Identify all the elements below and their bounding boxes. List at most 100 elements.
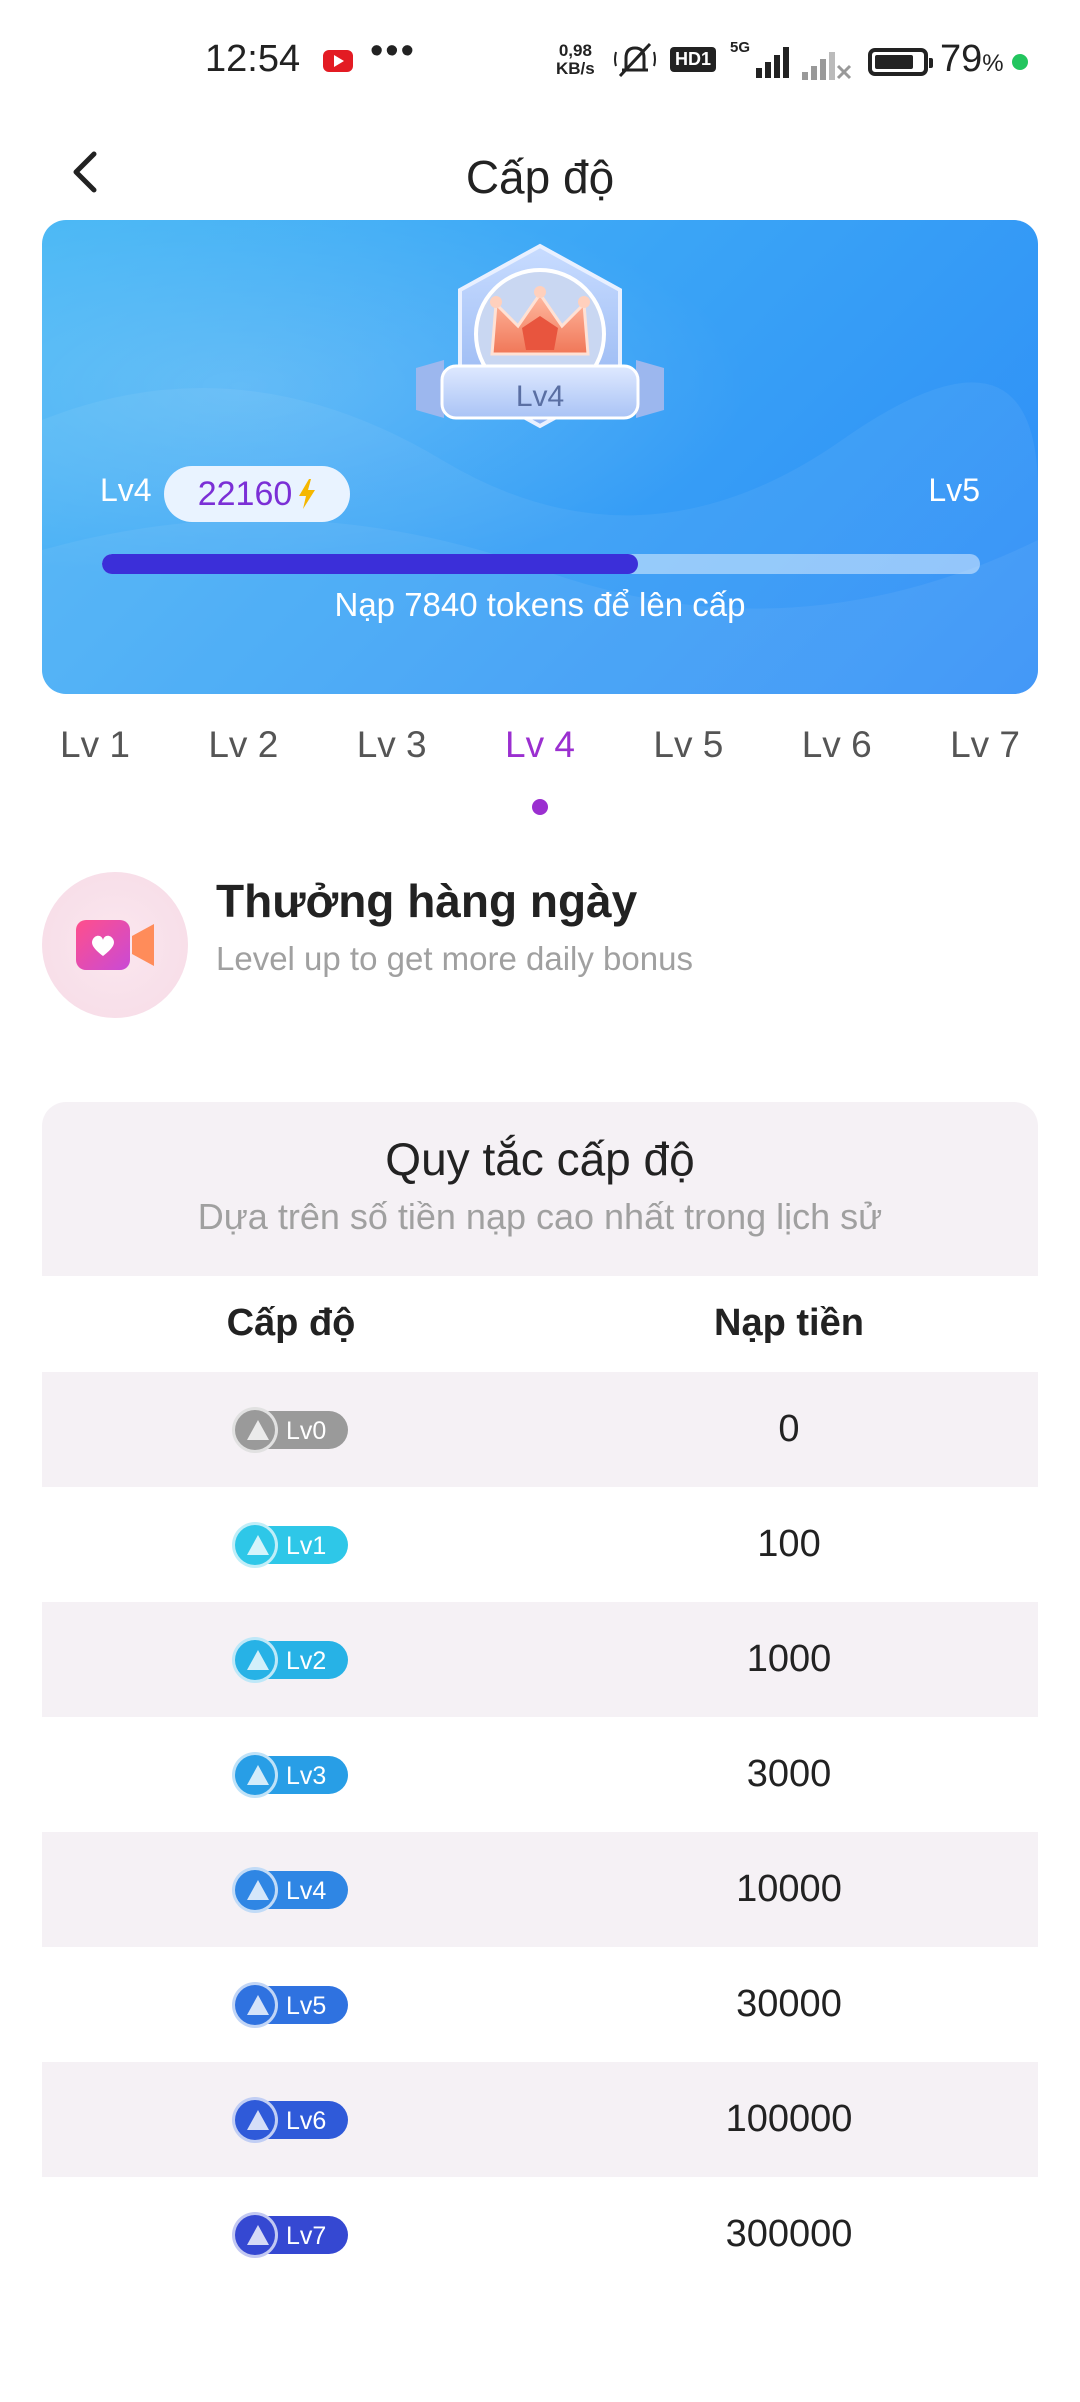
tab-level-4[interactable]: Lv 4 [505, 724, 575, 815]
next-level-label: Lv5 [928, 472, 980, 508]
level-emblem-icon [232, 1867, 278, 1913]
level-badge-label: Lv4 [286, 1877, 327, 1905]
daily-bonus-subtitle: Level up to get more daily bonus [216, 940, 693, 977]
network-speed-value: 0,98 [558, 41, 592, 60]
tab-label: Lv 3 [356, 724, 427, 765]
level-badge-icon: Lv1 [232, 1522, 348, 1568]
tab-label: Lv 4 [505, 724, 575, 765]
battery-percent: 79% [940, 38, 1004, 80]
table-row: Lv3 3000 [42, 1717, 1038, 1832]
page-title: Cấp độ [465, 151, 615, 203]
network-speed-unit: KB/s [556, 59, 595, 78]
signal-weak-icon [802, 52, 852, 80]
tab-level-5[interactable]: Lv 5 [653, 724, 723, 804]
status-bar: 12:54 ••• 0,98 KB/s HD1 5G 79% [0, 0, 1080, 125]
tab-level-6[interactable]: Lv 6 [802, 724, 872, 804]
level-badge-label: Lv0 [286, 1417, 327, 1445]
level-badge-label: Lv2 [286, 1647, 327, 1675]
deposit-value: 1000 [746, 1638, 832, 1680]
table-row: Lv2 1000 [42, 1602, 1038, 1717]
bell-muted-icon [614, 42, 656, 78]
tab-level-3[interactable]: Lv 3 [357, 724, 427, 804]
tab-label: Lv 5 [653, 724, 724, 765]
tab-level-1[interactable]: Lv 1 [60, 724, 130, 804]
tab-label: Lv 1 [60, 724, 130, 765]
status-time: 12:54 [205, 38, 301, 80]
table-row: Lv4 10000 [42, 1832, 1038, 1947]
emblem-shape [247, 1650, 269, 1670]
level-badge-icon: Lv2 [232, 1637, 348, 1683]
emblem-shape [247, 1880, 269, 1900]
daily-bonus-title: Thưởng hàng ngày [216, 875, 638, 927]
column-header-level: Cấp độ [226, 1302, 356, 1344]
battery-icon [868, 48, 933, 76]
level-emblem-icon [232, 2212, 278, 2258]
level-progress-bar [102, 554, 980, 574]
tab-level-7[interactable]: Lv 7 [950, 724, 1020, 804]
emblem-shape [247, 1535, 269, 1555]
points-value: 22160 [197, 474, 293, 513]
rules-title: Quy tắc cấp độ [385, 1133, 695, 1185]
youtube-notification-icon [323, 50, 353, 72]
table-row: Lv6 100000 [42, 2062, 1038, 2177]
level-emblem-icon [232, 1407, 278, 1453]
emblem-shape [247, 2225, 269, 2245]
rules-header: Quy tắc cấp độ Dựa trên số tiền nạp cao … [42, 1102, 1038, 1276]
level-badge-label: Lv5 [286, 1992, 327, 2020]
network-speed: 0,98 KB/s [556, 42, 595, 78]
lightning-icon [299, 479, 316, 509]
level-emblem-icon [232, 1522, 278, 1568]
level-rules-card: Quy tắc cấp độ Dựa trên số tiền nạp cao … [42, 1102, 1038, 2402]
table-row: Lv0 0 [42, 1372, 1038, 1487]
level-emblem-icon [232, 1752, 278, 1798]
network-type-label: 5G [730, 39, 750, 56]
column-header-deposit: Nạp tiền [714, 1302, 864, 1344]
level-badge-icon: Lv3 [232, 1752, 348, 1798]
more-notifications-icon: ••• [370, 30, 416, 72]
tab-label: Lv 7 [950, 724, 1020, 765]
deposit-value: 30000 [736, 1983, 842, 2025]
level-badge-icon: Lv0 [232, 1407, 348, 1453]
status-dot-icon [1012, 54, 1028, 70]
signal-5g-icon: 5G [730, 39, 789, 78]
emblem-shape [247, 1765, 269, 1785]
current-level-label: Lv4 [100, 472, 152, 508]
upgrade-hint: Nạp 7840 tokens để lên cấp [334, 586, 746, 623]
level-tabs: Lv 1 Lv 2 Lv 3 Lv 4 Lv 5 Lv 6 Lv 7 [60, 724, 1020, 815]
level-progress-card: Lv4 Lv4 22160 Lv5 Nạp 7840 tokens để lên… [42, 220, 1038, 694]
table-row: Lv5 30000 [42, 1947, 1038, 2062]
level-badge-label: Lv3 [286, 1762, 327, 1790]
deposit-value: 100 [757, 1523, 821, 1565]
rules-subtitle: Dựa trên số tiền nạp cao nhất trong lịch… [197, 1196, 883, 1237]
level-progress-fill [102, 554, 638, 574]
tab-label: Lv 2 [208, 724, 279, 765]
hd-voice-icon: HD1 [670, 47, 717, 72]
deposit-value: 10000 [736, 1868, 842, 1910]
level-badge-label: Lv6 [286, 2107, 327, 2135]
emblem-shape [247, 1420, 269, 1440]
emblem-shape [247, 2110, 269, 2130]
badge-level-label: Lv4 [515, 380, 565, 413]
page-header: Cấp độ [0, 120, 1080, 230]
deposit-value: 3000 [746, 1753, 832, 1795]
points-badge: 22160 [164, 466, 350, 522]
video-heart-icon [76, 920, 154, 970]
level-badge-label: Lv7 [286, 2222, 327, 2250]
level-badge-icon: Lv4 [232, 1867, 348, 1913]
level-badge-icon: Lv6 [232, 2097, 348, 2143]
daily-bonus-icon-wrap [42, 872, 188, 1018]
emblem-shape [247, 1995, 269, 2015]
level-emblem-icon [232, 1982, 278, 2028]
active-tab-indicator [532, 799, 548, 815]
table-row: Lv1 100 [42, 1487, 1038, 1602]
level-badge-icon: Lv7 [232, 2212, 348, 2258]
deposit-value: 300000 [725, 2213, 853, 2255]
table-row: Lv7 300000 [42, 2177, 1038, 2292]
level-emblem-icon [232, 1637, 278, 1683]
level-badge-label: Lv1 [286, 1532, 327, 1560]
daily-bonus-section: Thưởng hàng ngày Level up to get more da… [42, 870, 1038, 1020]
deposit-value: 100000 [725, 2098, 853, 2140]
level-emblem-icon [232, 2097, 278, 2143]
tab-level-2[interactable]: Lv 2 [208, 724, 278, 804]
tab-label: Lv 6 [801, 724, 872, 765]
